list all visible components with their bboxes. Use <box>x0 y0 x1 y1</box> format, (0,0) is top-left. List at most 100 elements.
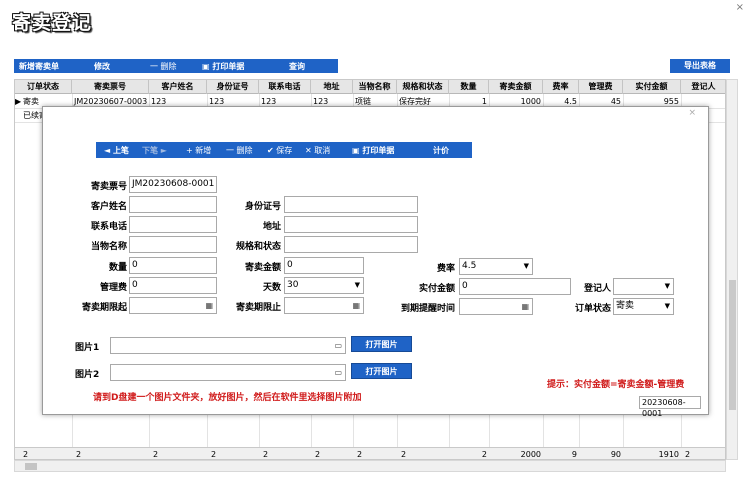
col-header-paid[interactable]: 实付金额 <box>623 80 681 94</box>
id-no-field[interactable] <box>284 196 418 213</box>
edit-button[interactable]: 修改 <box>94 61 110 72</box>
col-header-id[interactable]: 身份证号 <box>207 80 259 94</box>
sum-paid: 1910 <box>658 450 679 459</box>
delete-button[interactable]: 一 删除 <box>150 61 177 72</box>
col-header-customer[interactable]: 客户姓名 <box>149 80 207 94</box>
printer-icon: ▣ <box>352 146 363 155</box>
sum-id: 2 <box>211 450 217 459</box>
sum-fee: 90 <box>610 450 621 459</box>
col-header-status[interactable]: 订单状态 <box>15 80 72 94</box>
chevron-down-icon[interactable]: ▼ <box>665 299 670 314</box>
folder-icon[interactable]: ▭ <box>334 338 342 353</box>
dialog-calc-button[interactable]: 计价 <box>433 145 449 156</box>
sum-amount: 2000 <box>520 450 541 459</box>
sum-registrar: 2 <box>685 450 691 459</box>
next-record-button[interactable]: 下笔 ► <box>142 145 167 156</box>
fee-label: 管理费 <box>99 283 127 293</box>
calendar-icon[interactable]: ▦ <box>352 298 360 313</box>
id-no-label: 身份证号 <box>244 202 281 212</box>
order-status-label: 订单状态 <box>574 304 611 314</box>
remind-date-label: 到期提醒时间 <box>400 304 455 314</box>
days-select[interactable]: 30 ▼ <box>284 277 364 294</box>
folder-icon[interactable]: ▭ <box>334 365 342 380</box>
sum-ticket: 2 <box>76 450 82 459</box>
col-header-spec[interactable]: 规格和状态 <box>397 80 449 94</box>
app-title: 寄卖登记 <box>12 12 93 34</box>
paid-label: 实付金额 <box>418 284 455 294</box>
scroll-thumb[interactable] <box>729 280 736 410</box>
phone-label: 联系电话 <box>90 222 127 232</box>
phone-field[interactable] <box>129 216 217 233</box>
col-header-rate[interactable]: 费率 <box>543 80 579 94</box>
end-date-field[interactable]: ▦ <box>284 297 364 314</box>
scroll-thumb[interactable] <box>25 463 37 470</box>
remind-date-field[interactable]: ▦ <box>459 298 533 315</box>
dialog-print-button[interactable]: ▣ 打印单据 <box>352 145 394 156</box>
col-header-fee[interactable]: 管理费 <box>579 80 623 94</box>
col-header-registrar[interactable]: 登记人 <box>681 80 725 94</box>
image2-path-field[interactable]: ▭ <box>110 364 346 381</box>
calendar-icon[interactable]: ▦ <box>205 298 213 313</box>
sum-spec: 2 <box>401 450 407 459</box>
calendar-icon[interactable]: ▦ <box>521 299 529 314</box>
quantity-field[interactable]: 0 <box>129 257 217 274</box>
amount-field[interactable]: 0 <box>284 257 364 274</box>
chevron-down-icon[interactable]: ▼ <box>355 278 360 293</box>
col-header-address[interactable]: 地址 <box>311 80 353 94</box>
customer-name-label: 客户姓名 <box>90 202 127 212</box>
dialog-new-button[interactable]: + 新增 <box>186 145 211 156</box>
image2-label: 图片2 <box>75 370 100 380</box>
address-label: 地址 <box>262 222 281 232</box>
formula-hint: 提示：实付金额=寄卖金额-管理费 <box>547 380 685 390</box>
spec-label: 规格和状态 <box>235 242 281 252</box>
item-name-label: 当物名称 <box>90 242 127 252</box>
print-button[interactable]: ▣ 打印单据 <box>202 61 244 72</box>
col-header-phone[interactable]: 联系电话 <box>259 80 311 94</box>
image1-path-field[interactable]: ▭ <box>110 337 346 354</box>
image1-label: 图片1 <box>75 343 100 353</box>
dialog-delete-button[interactable]: 一 删除 <box>226 145 253 156</box>
start-date-field[interactable]: ▦ <box>129 297 217 314</box>
col-header-qty[interactable]: 数量 <box>449 80 489 94</box>
col-header-item[interactable]: 当物名称 <box>353 80 397 94</box>
prev-record-button[interactable]: ◄ 上笔 <box>104 145 129 156</box>
chevron-down-icon[interactable]: ▼ <box>524 259 529 274</box>
dialog-cancel-button[interactable]: ✕ 取消 <box>305 145 330 156</box>
new-consignment-button[interactable]: 新增寄卖单 <box>19 61 59 72</box>
sum-customer: 2 <box>153 450 159 459</box>
footer-ticket-field: 20230608-0001 <box>639 396 701 418</box>
order-status-select[interactable]: 寄卖 ▼ <box>613 298 674 315</box>
item-name-field[interactable] <box>129 236 217 253</box>
col-header-ticket[interactable]: 寄卖票号 <box>72 80 149 94</box>
grid-horizontal-scrollbar[interactable] <box>14 460 726 472</box>
dialog-save-button[interactable]: ✔ 保存 <box>267 145 292 156</box>
ticket-no-field[interactable]: JM20230608-0001 <box>129 176 217 193</box>
registrar-select[interactable]: ▼ <box>613 278 674 295</box>
rate-select[interactable]: 4.5 ▼ <box>459 258 533 275</box>
sum-qty: 2 <box>481 450 487 459</box>
export-table-button[interactable]: 导出表格 <box>670 59 730 73</box>
end-date-label: 寄卖期限止 <box>235 303 281 313</box>
days-label: 天数 <box>262 283 281 293</box>
open-image2-button[interactable]: 打开图片 <box>351 363 412 379</box>
sum-phone: 2 <box>263 450 269 459</box>
address-field[interactable] <box>284 216 418 233</box>
image-instruction: 请到D盘建一个图片文件夹，放好图片，然后在软件里选择图片附加 <box>93 393 362 403</box>
query-button[interactable]: 查询 <box>289 61 305 72</box>
paid-field[interactable]: 0 <box>459 278 571 295</box>
sum-status: 2 <box>23 450 29 459</box>
dialog-close-icon[interactable]: × <box>688 108 696 118</box>
chevron-down-icon[interactable]: ▼ <box>665 279 670 294</box>
grid-header: 订单状态 寄卖票号 客户姓名 身份证号 联系电话 地址 当物名称 规格和状态 数… <box>15 80 725 94</box>
grid-vertical-scrollbar[interactable] <box>726 79 738 460</box>
spec-field[interactable] <box>284 236 418 253</box>
start-date-label: 寄卖期限起 <box>81 303 127 313</box>
fee-field[interactable]: 0 <box>129 277 217 294</box>
ticket-no-label: 寄卖票号 <box>90 182 127 192</box>
col-header-amount[interactable]: 寄卖金额 <box>489 80 543 94</box>
window-close-icon[interactable]: × <box>736 2 744 13</box>
amount-label: 寄卖金额 <box>244 263 281 273</box>
open-image1-button[interactable]: 打开图片 <box>351 336 412 352</box>
customer-name-field[interactable] <box>129 196 217 213</box>
sum-item: 2 <box>357 450 363 459</box>
